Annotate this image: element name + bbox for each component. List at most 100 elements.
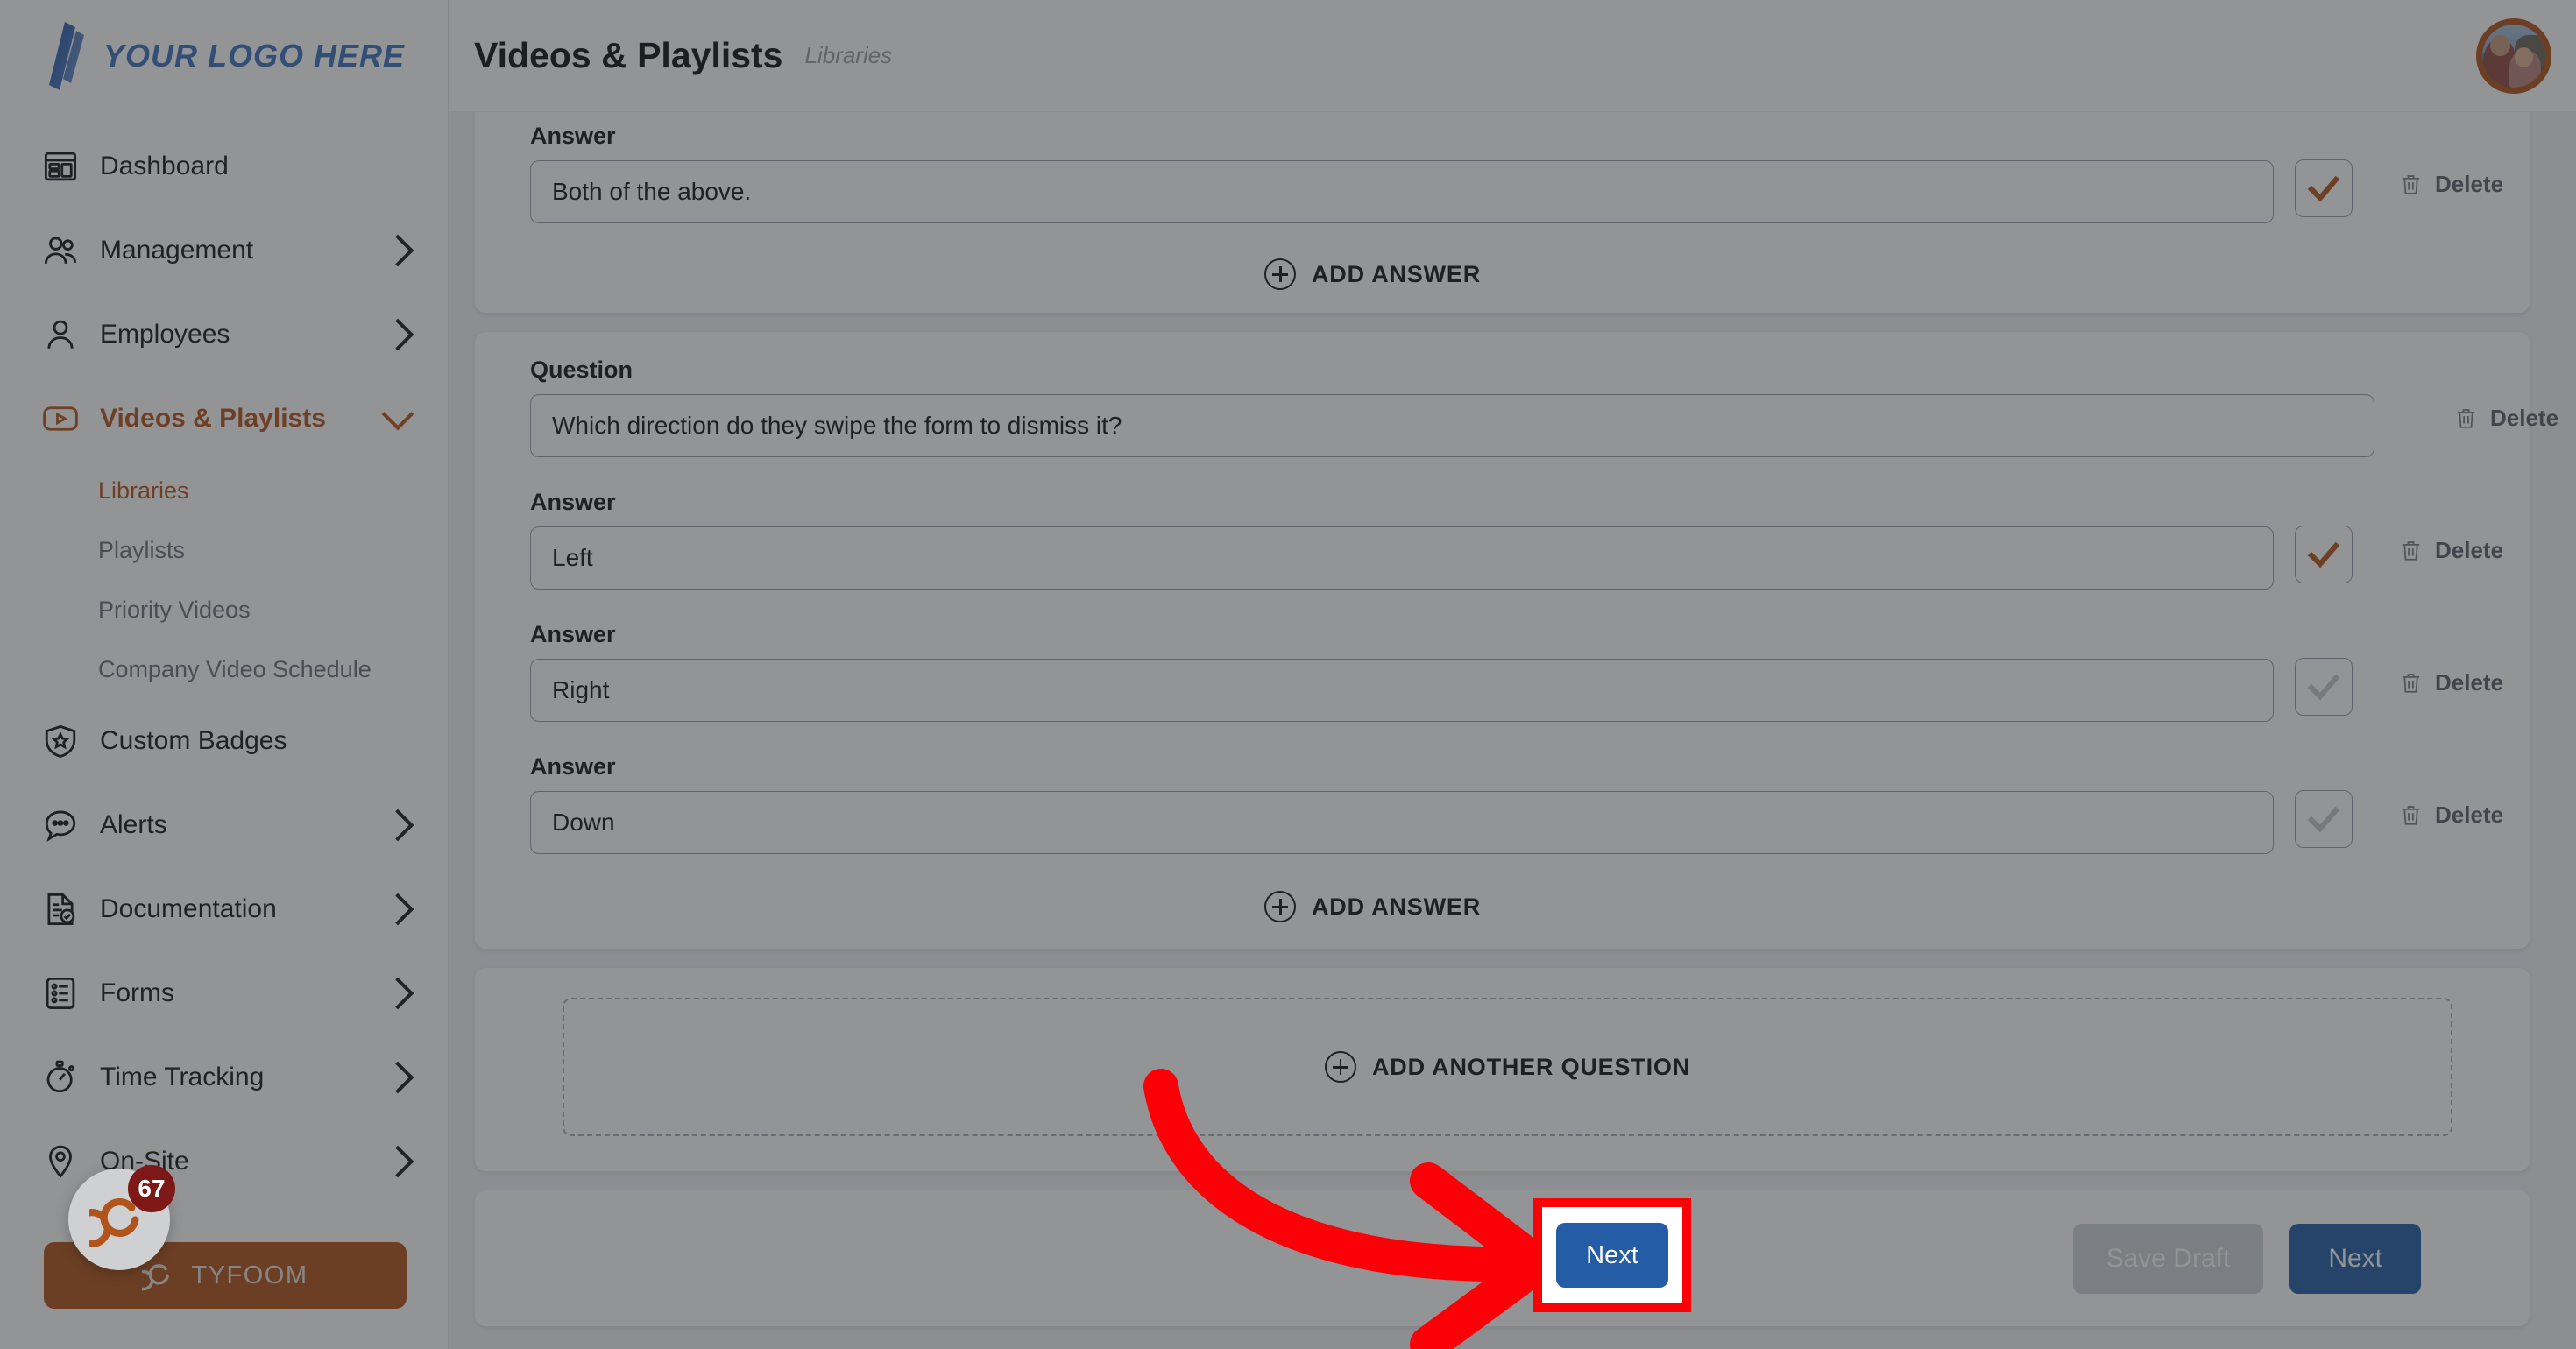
person-icon xyxy=(40,314,81,355)
sidebar-subitem-priority-videos[interactable]: Priority Videos xyxy=(0,580,448,639)
chat-unread-badge: 67 xyxy=(128,1165,175,1212)
people-icon xyxy=(40,230,81,271)
chevron-right-icon xyxy=(381,1145,414,1178)
sidebar-item-alerts[interactable]: Alerts xyxy=(0,783,448,867)
document-check-icon xyxy=(40,889,81,929)
add-another-question-inner[interactable]: ADD ANOTHER QUESTION xyxy=(1324,1051,1690,1083)
answer-input[interactable]: Left xyxy=(530,526,2274,590)
sidebar-item-time-tracking[interactable]: Time Tracking xyxy=(0,1035,448,1119)
add-answer-button[interactable]: ADD ANSWER xyxy=(475,891,2270,922)
sidebar-item-employees[interactable]: Employees xyxy=(0,293,448,377)
chat-dots-icon xyxy=(40,805,81,845)
sidebar-item-documentation[interactable]: Documentation xyxy=(0,867,448,951)
plus-circle-icon xyxy=(1264,258,1296,290)
sidebar-subitem-label: Playlists xyxy=(98,536,186,563)
answer-correct-toggle[interactable] xyxy=(2295,526,2353,583)
avatar-photo xyxy=(2482,25,2545,88)
stopwatch-icon xyxy=(40,1057,81,1098)
sidebar-item-dashboard[interactable]: Dashboard xyxy=(0,124,448,208)
delete-answer-button[interactable]: Delete xyxy=(2398,669,2503,696)
question-card: Answer Both of the above. Delete ADD ANS… xyxy=(475,112,2530,313)
answer-value: Right xyxy=(552,676,610,703)
chevron-right-icon xyxy=(381,809,414,842)
chevron-down-icon xyxy=(381,398,414,431)
answer-input[interactable]: Down xyxy=(530,791,2274,854)
chevron-right-icon xyxy=(381,1061,414,1094)
sidebar-item-label: Employees xyxy=(100,320,230,349)
question-input[interactable]: Which direction do they swipe the form t… xyxy=(530,394,2374,457)
breadcrumb: Libraries xyxy=(804,42,893,68)
chat-launcher-button[interactable]: 67 xyxy=(68,1165,175,1270)
answer-correct-toggle[interactable] xyxy=(2295,159,2353,217)
delete-answer-button[interactable]: Delete xyxy=(2398,802,2503,829)
trash-icon xyxy=(2398,670,2424,696)
chevron-right-icon xyxy=(381,234,414,267)
tyfoom-label: TYFOOM xyxy=(191,1261,308,1289)
save-draft-button[interactable]: Save Draft xyxy=(2072,1223,2264,1294)
video-play-icon xyxy=(40,399,81,439)
sidebar-item-on-site[interactable]: On-Site xyxy=(0,1119,448,1204)
delete-answer-button[interactable]: Delete xyxy=(2398,537,2503,564)
page-title: Videos & Playlists xyxy=(474,35,783,75)
answer-row: Answer Both of the above. Delete xyxy=(475,123,2530,223)
add-answer-button[interactable]: ADD ANSWER xyxy=(475,258,2270,290)
plus-circle-icon xyxy=(1264,891,1296,922)
answer-label: Answer xyxy=(530,753,616,780)
answer-label: Answer xyxy=(530,489,616,515)
plus-circle-icon xyxy=(1324,1051,1356,1083)
chevron-right-icon xyxy=(381,318,414,351)
trash-icon xyxy=(2398,802,2424,828)
add-answer-label: ADD ANSWER xyxy=(1312,260,1481,287)
answer-row: Answer Down Delete xyxy=(475,753,2530,854)
form-footer: Save Draft Next xyxy=(475,1190,2530,1326)
sidebar: YOUR LOGO HERE Dashboard Management Empl… xyxy=(0,0,449,1349)
form-list-icon xyxy=(40,973,81,1014)
answer-row: Answer Left Delete xyxy=(475,489,2530,590)
add-question-card: ADD ANOTHER QUESTION xyxy=(475,968,2530,1171)
delete-answer-button[interactable]: Delete xyxy=(2398,171,2503,198)
spiral-logo-icon xyxy=(133,1259,175,1292)
delete-label: Delete xyxy=(2435,171,2504,197)
answer-correct-toggle[interactable] xyxy=(2295,790,2353,848)
sidebar-item-forms[interactable]: Forms xyxy=(0,951,448,1035)
answer-label: Answer xyxy=(530,123,616,149)
map-pin-icon xyxy=(40,1141,81,1182)
sidebar-subitem-libraries[interactable]: Libraries xyxy=(0,461,448,520)
add-another-question-button[interactable]: ADD ANOTHER QUESTION xyxy=(563,998,2452,1136)
chevron-right-icon xyxy=(381,893,414,926)
answer-correct-toggle[interactable] xyxy=(2295,658,2353,716)
app-root: YOUR LOGO HERE Dashboard Management Empl… xyxy=(0,0,2576,1349)
avatar[interactable] xyxy=(2476,18,2551,94)
answer-input[interactable]: Both of the above. xyxy=(530,160,2274,223)
sidebar-item-videos-playlists[interactable]: Videos & Playlists xyxy=(0,377,448,461)
answer-input[interactable]: Right xyxy=(530,659,2274,722)
delete-question-button[interactable]: Delete xyxy=(2453,405,2558,432)
sidebar-item-label: Videos & Playlists xyxy=(100,404,326,433)
trash-icon xyxy=(2453,406,2479,431)
sidebar-subitem-label: Company Video Schedule xyxy=(98,655,372,682)
delete-label: Delete xyxy=(2435,537,2504,563)
question-card: Question Which direction do they swipe t… xyxy=(475,332,2558,949)
delete-label: Delete xyxy=(2490,405,2559,431)
brand-logo[interactable]: YOUR LOGO HERE xyxy=(0,0,448,112)
add-another-question-label: ADD ANOTHER QUESTION xyxy=(1371,1053,1690,1080)
sidebar-item-custom-badges[interactable]: Custom Badges xyxy=(0,699,448,783)
answer-value: Down xyxy=(552,809,615,836)
answer-value: Both of the above. xyxy=(552,178,752,205)
dashboard-icon xyxy=(40,146,81,187)
sidebar-item-management[interactable]: Management xyxy=(0,208,448,293)
top-header: Videos & Playlists Libraries xyxy=(449,0,2576,112)
sidebar-item-label: Management xyxy=(100,236,254,265)
sidebar-subitem-playlists[interactable]: Playlists xyxy=(0,520,448,580)
next-button[interactable]: Next xyxy=(2289,1223,2421,1294)
sidebar-subitem-company-video-schedule[interactable]: Company Video Schedule xyxy=(0,639,448,699)
sidebar-item-label: Time Tracking xyxy=(100,1063,265,1091)
sidebar-subitem-label: Priority Videos xyxy=(98,596,251,623)
sidebar-item-label: Documentation xyxy=(100,894,277,923)
answer-row: Answer Right Delete xyxy=(475,621,2530,722)
question-value: Which direction do they swipe the form t… xyxy=(552,412,1122,439)
sidebar-item-label: Forms xyxy=(100,978,174,1007)
sidebar-nav: Dashboard Management Employees Videos & … xyxy=(0,112,448,1204)
delete-label: Delete xyxy=(2435,802,2504,828)
sidebar-item-label: Alerts xyxy=(100,810,167,839)
